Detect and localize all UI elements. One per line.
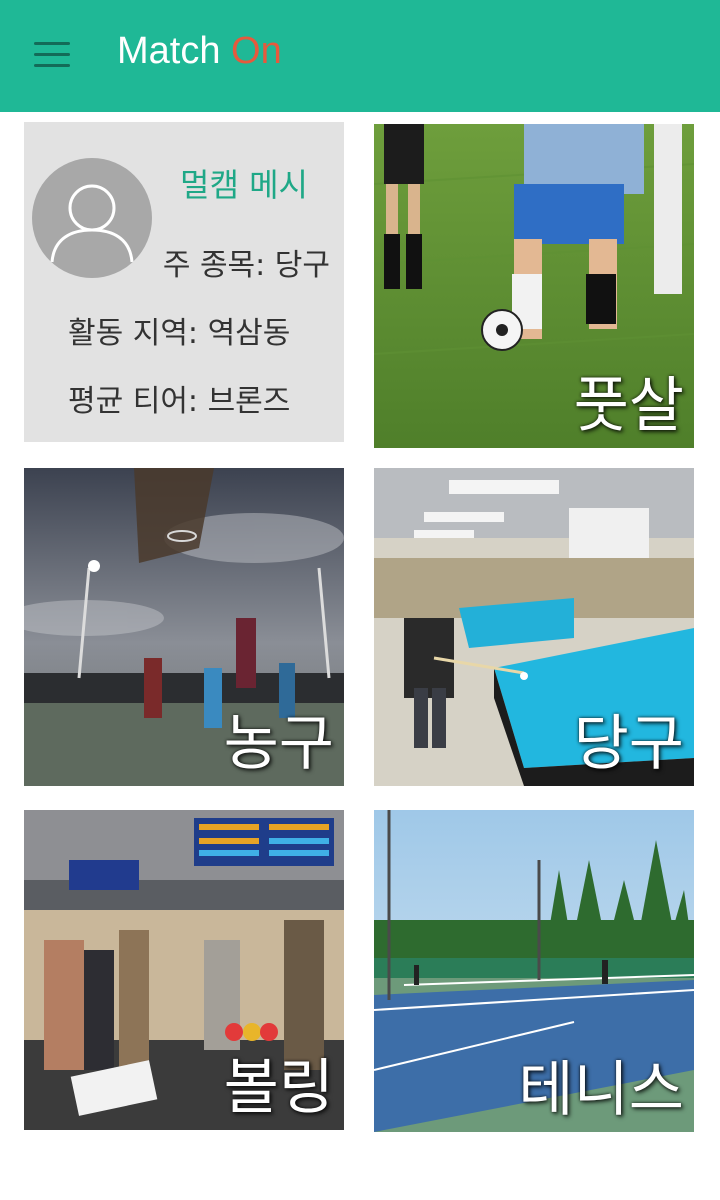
profile-region: 활동 지역: 역삼동: [68, 316, 291, 351]
app-title: Match On: [117, 30, 282, 73]
sport-label-bowling: 볼링: [223, 1053, 334, 1123]
menu-line: [34, 53, 70, 56]
menu-line: [34, 42, 70, 45]
sport-label-basketball: 농구: [223, 709, 334, 779]
sport-card-bowling[interactable]: 볼링: [24, 810, 344, 1130]
user-silhouette-icon: [32, 158, 152, 278]
app-title-main: Match: [117, 30, 232, 72]
hamburger-menu-icon[interactable]: [28, 34, 76, 74]
menu-line: [34, 64, 70, 67]
sport-card-basketball[interactable]: 농구: [24, 468, 344, 786]
app-bar: Match On: [0, 0, 720, 112]
sport-label-futsal: 풋살: [573, 371, 684, 441]
profile-main-sport: 주 종목: 당구: [162, 248, 330, 283]
sport-card-futsal[interactable]: 풋살: [374, 124, 694, 448]
sport-label-billiards: 당구: [573, 709, 684, 779]
profile-name: 멀캠 메시: [180, 166, 308, 204]
profile-card[interactable]: 멀캠 메시 주 종목: 당구 활동 지역: 역삼동 평균 티어: 브론즈: [24, 122, 344, 442]
sport-card-tennis[interactable]: 테니스: [374, 810, 694, 1132]
sport-label-tennis: 테니스: [518, 1055, 684, 1125]
app-title-accent: On: [231, 30, 282, 72]
sport-card-billiards[interactable]: 당구: [374, 468, 694, 786]
profile-tier: 평균 티어: 브론즈: [68, 384, 291, 419]
